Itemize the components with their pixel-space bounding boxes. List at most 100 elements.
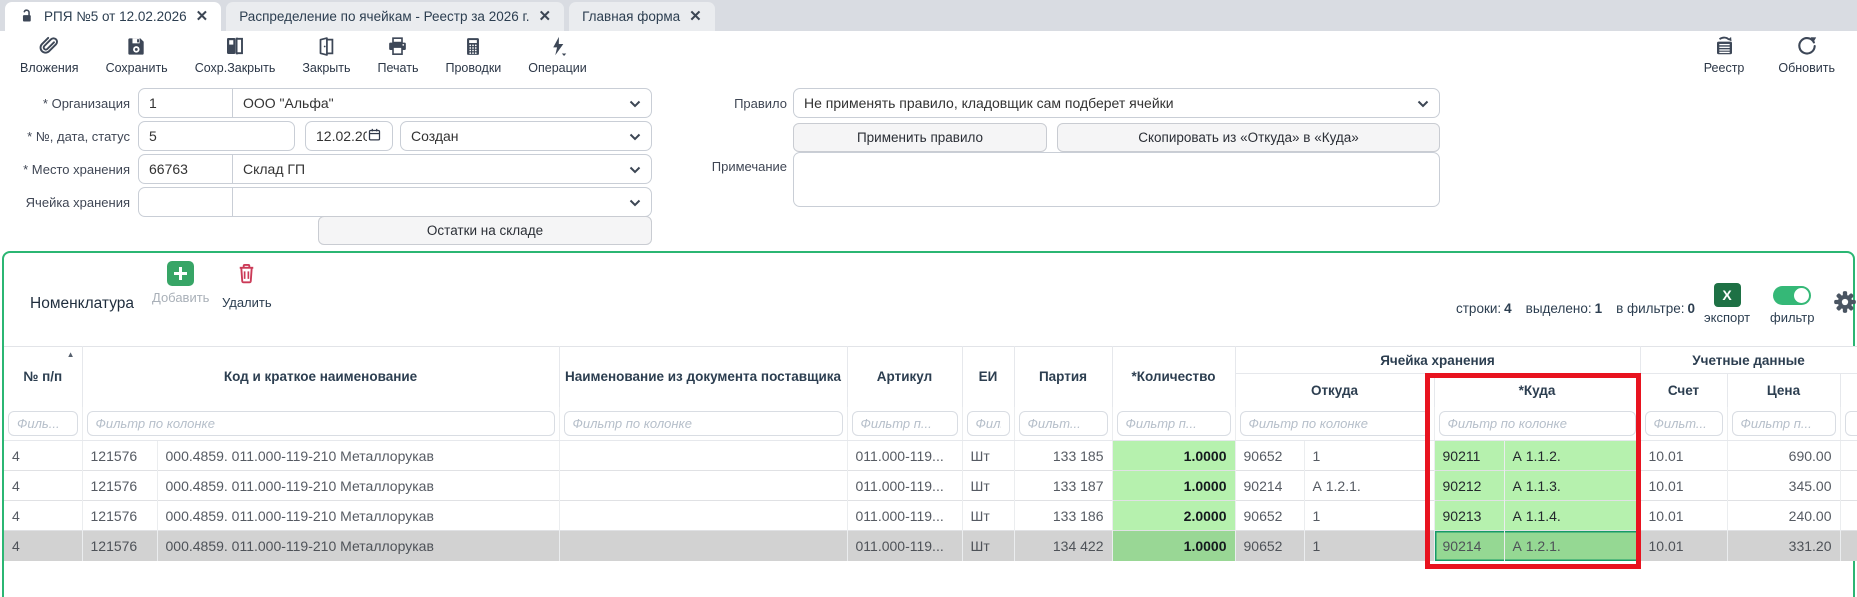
column-header-code-name[interactable]: Код и краткое наименование [82, 347, 559, 407]
chevron-down-icon[interactable] [629, 194, 641, 210]
lightning-icon [547, 34, 569, 58]
attachments-button[interactable]: Вложения [20, 34, 79, 75]
filter-toggle[interactable]: фильтр [1770, 286, 1814, 325]
org-name[interactable]: ООО "Альфа" [233, 95, 629, 111]
plus-icon [167, 261, 194, 286]
table-row[interactable]: 4121576000.4859. 011.000-119-210 Металло… [4, 501, 1857, 531]
rows-count: строки:4 [1456, 301, 1512, 316]
column-header-supplier-name[interactable]: Наименование из документа поставщика [559, 347, 847, 407]
chevron-down-icon[interactable] [629, 128, 641, 144]
filter-input-from[interactable] [1240, 411, 1430, 436]
number-date-status-label: * №, дата, статус [0, 129, 130, 144]
door-icon [315, 34, 337, 58]
tab-main-form[interactable]: Главная форма ✕ [569, 2, 715, 31]
chevron-down-icon[interactable] [1417, 95, 1429, 111]
calendar-icon[interactable] [367, 127, 382, 145]
storage-cell-code[interactable] [139, 188, 233, 216]
sort-asc-icon: ▲ [67, 350, 75, 359]
postings-button[interactable]: Проводки [445, 34, 501, 75]
note-textarea[interactable] [793, 152, 1440, 207]
tab-close-icon[interactable]: ✕ [689, 9, 702, 24]
refresh-button[interactable]: Обновить [1778, 34, 1835, 75]
column-header-qty[interactable]: *Количество [1112, 347, 1235, 407]
nomenclature-panel: Номенклатура Добавить Удалить строки:4 в… [2, 251, 1855, 597]
filter-input-qty[interactable] [1117, 411, 1231, 436]
column-header-price[interactable]: Цена [1727, 374, 1840, 407]
tab-registry[interactable]: Распределение по ячейкам - Реестр за 202… [226, 2, 564, 31]
trash-icon [234, 261, 259, 291]
filter-input-ei[interactable] [967, 411, 1010, 436]
calculator-icon [462, 34, 484, 58]
copy-from-to-button[interactable]: Скопировать из «Откуда» в «Куда» [1057, 123, 1440, 152]
filter-input-extra[interactable] [1845, 411, 1857, 436]
column-header-ei[interactable]: ЕИ [962, 347, 1014, 407]
filtered-count: в фильтре:0 [1616, 301, 1695, 316]
tab-title: Распределение по ячейкам - Реестр за 202… [239, 9, 529, 24]
filter-input-price[interactable] [1732, 411, 1836, 436]
tab-document[interactable]: РПЯ №5 от 12.02.2026 ✕ [5, 2, 221, 31]
table-row[interactable]: 4121576000.4859. 011.000-119-210 Металло… [4, 441, 1857, 471]
operations-button[interactable]: Операции [528, 34, 586, 75]
nomenclature-table: ▲№ п/п Код и краткое наименование Наимен… [4, 346, 1857, 561]
excel-icon: X [1714, 283, 1741, 307]
date-field[interactable]: 12.02.2026 [305, 121, 393, 151]
selected-count: выделено:1 [1526, 301, 1602, 316]
registry-button[interactable]: Реестр [1704, 34, 1745, 75]
gear-icon[interactable] [1832, 289, 1857, 320]
org-label: * Организация [0, 96, 130, 111]
storage-place-combo[interactable]: 66763 Склад ГП [138, 154, 652, 184]
column-header-account[interactable]: Счет [1640, 374, 1727, 407]
filter-input-to[interactable] [1439, 411, 1636, 436]
close-button[interactable]: Закрыть [302, 34, 350, 75]
filter-input-code-name[interactable] [87, 411, 555, 436]
storage-cell-combo[interactable] [138, 187, 652, 217]
filter-input-article[interactable] [852, 411, 958, 436]
registry-icon [1712, 34, 1737, 58]
tab-title: Главная форма [582, 9, 680, 24]
column-header-npp[interactable]: ▲№ п/п [4, 347, 82, 407]
apply-rule-button[interactable]: Применить правило [793, 123, 1047, 152]
filter-input-supplier[interactable] [564, 411, 843, 436]
lock-open-icon [18, 8, 35, 25]
tab-title: РПЯ №5 от 12.02.2026 [44, 9, 187, 24]
print-button[interactable]: Печать [378, 34, 419, 75]
delete-row-button[interactable]: Удалить [222, 261, 272, 310]
number-field[interactable]: 5 [138, 121, 295, 151]
excel-export-button[interactable]: X экспорт [1704, 283, 1750, 325]
rule-label: Правило [640, 96, 787, 111]
refresh-icon [1795, 34, 1819, 58]
save-icon [125, 34, 148, 58]
storage-place-code[interactable]: 66763 [139, 155, 233, 183]
tab-close-icon[interactable]: ✕ [196, 9, 209, 24]
rule-select[interactable]: Не применять правило, кладовщик сам подб… [793, 88, 1440, 118]
panel-title: Номенклатура [30, 295, 134, 313]
storage-place-name[interactable]: Склад ГП [233, 161, 629, 177]
group-header-accounting: Учетные данные [1640, 347, 1857, 374]
tab-bar: РПЯ №5 от 12.02.2026 ✕ Распределение по … [0, 0, 1857, 31]
save-close-button[interactable]: Сохр.Закрыть [195, 34, 276, 75]
save-close-icon [223, 34, 247, 58]
table-row-selected[interactable]: 4121576000.4859. 011.000-119-210 Металло… [4, 531, 1857, 561]
org-code[interactable]: 1 [139, 89, 233, 117]
add-row-button[interactable]: Добавить [152, 261, 209, 305]
column-header-from[interactable]: Откуда [1235, 374, 1434, 407]
grid-stats: строки:4 выделено:1 в фильтре:0 [1456, 301, 1695, 316]
toggle-on-icon [1773, 286, 1811, 305]
table-row[interactable]: 4121576000.4859. 011.000-119-210 Металло… [4, 471, 1857, 501]
tab-close-icon[interactable]: ✕ [539, 9, 552, 24]
filter-input-account[interactable] [1645, 411, 1723, 436]
toolbar: Вложения Сохранить Сохр.Закрыть Закрыть … [0, 31, 1857, 85]
save-button[interactable]: Сохранить [106, 34, 168, 75]
app-window: РПЯ №5 от 12.02.2026 ✕ Распределение по … [0, 0, 1857, 597]
column-header-to[interactable]: *Куда [1434, 374, 1640, 407]
column-header-batch[interactable]: Партия [1014, 347, 1112, 407]
note-label: Примечание [640, 159, 787, 174]
column-header-article[interactable]: Артикул [847, 347, 962, 407]
stock-balance-button[interactable]: Остатки на складе [318, 216, 652, 245]
status-select[interactable]: Создан [400, 121, 652, 151]
org-combo[interactable]: 1 ООО "Альфа" [138, 88, 652, 118]
storage-place-label: * Место хранения [0, 162, 130, 177]
filter-input-batch[interactable] [1019, 411, 1108, 436]
storage-cell-label: Ячейка хранения [0, 195, 130, 210]
filter-input-npp[interactable] [8, 411, 78, 436]
